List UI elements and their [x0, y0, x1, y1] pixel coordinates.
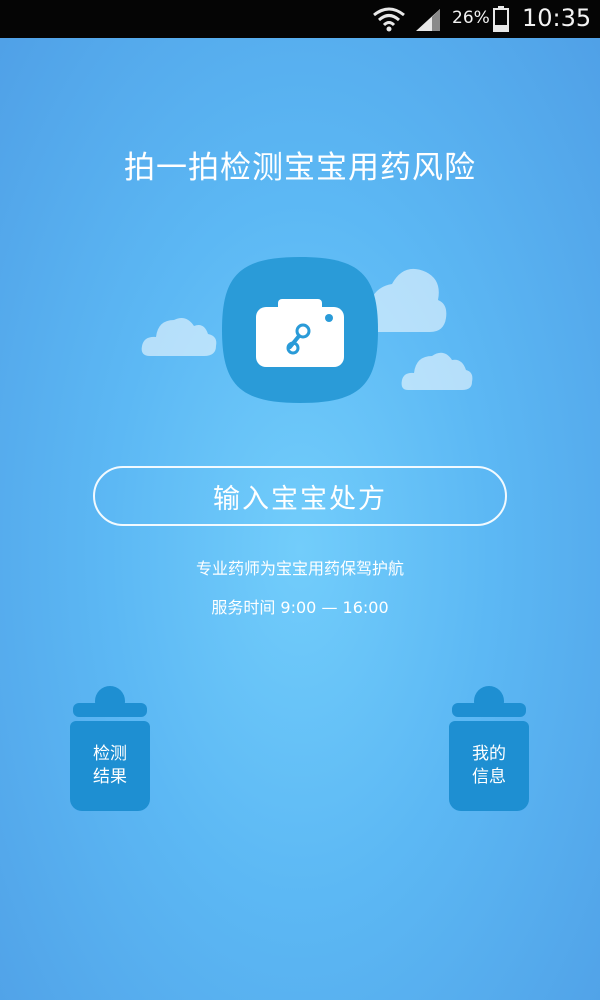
test-results-button[interactable]: 检测 结果: [69, 686, 151, 812]
my-info-label-line2: 信息: [472, 767, 506, 787]
battery-icon: [493, 6, 509, 32]
camera-scan-button[interactable]: [220, 255, 380, 405]
cell-signal-icon: [416, 9, 440, 31]
enter-prescription-button[interactable]: 输入宝宝处方: [93, 466, 507, 526]
battery-percentage: 26%: [452, 8, 490, 28]
jar-lid: [73, 703, 147, 717]
test-results-label-line1: 检测: [93, 744, 127, 764]
jar-lid: [452, 703, 526, 717]
jar-body: 检测 结果: [70, 721, 150, 811]
test-results-label-line2: 结果: [93, 767, 127, 787]
status-clock: 10:35: [522, 4, 592, 32]
cloud-icon: [141, 318, 217, 356]
page-title: 拍一拍检测宝宝用药风险: [124, 150, 476, 186]
jar-body: 我的 信息: [449, 721, 529, 811]
wifi-icon: [373, 7, 405, 32]
camera-pacifier-icon: [256, 299, 344, 367]
my-info-button[interactable]: 我的 信息: [448, 686, 530, 812]
enter-prescription-label: 输入宝宝处方: [213, 483, 387, 515]
cloud-icon: [401, 352, 473, 390]
tagline-text: 专业药师为宝宝用药保驾护航: [195, 559, 404, 578]
service-hours-text: 服务时间 9:00 — 16:00: [211, 598, 389, 617]
status-bar: 26% 10:35: [0, 0, 600, 38]
my-info-label-line1: 我的: [472, 744, 506, 764]
